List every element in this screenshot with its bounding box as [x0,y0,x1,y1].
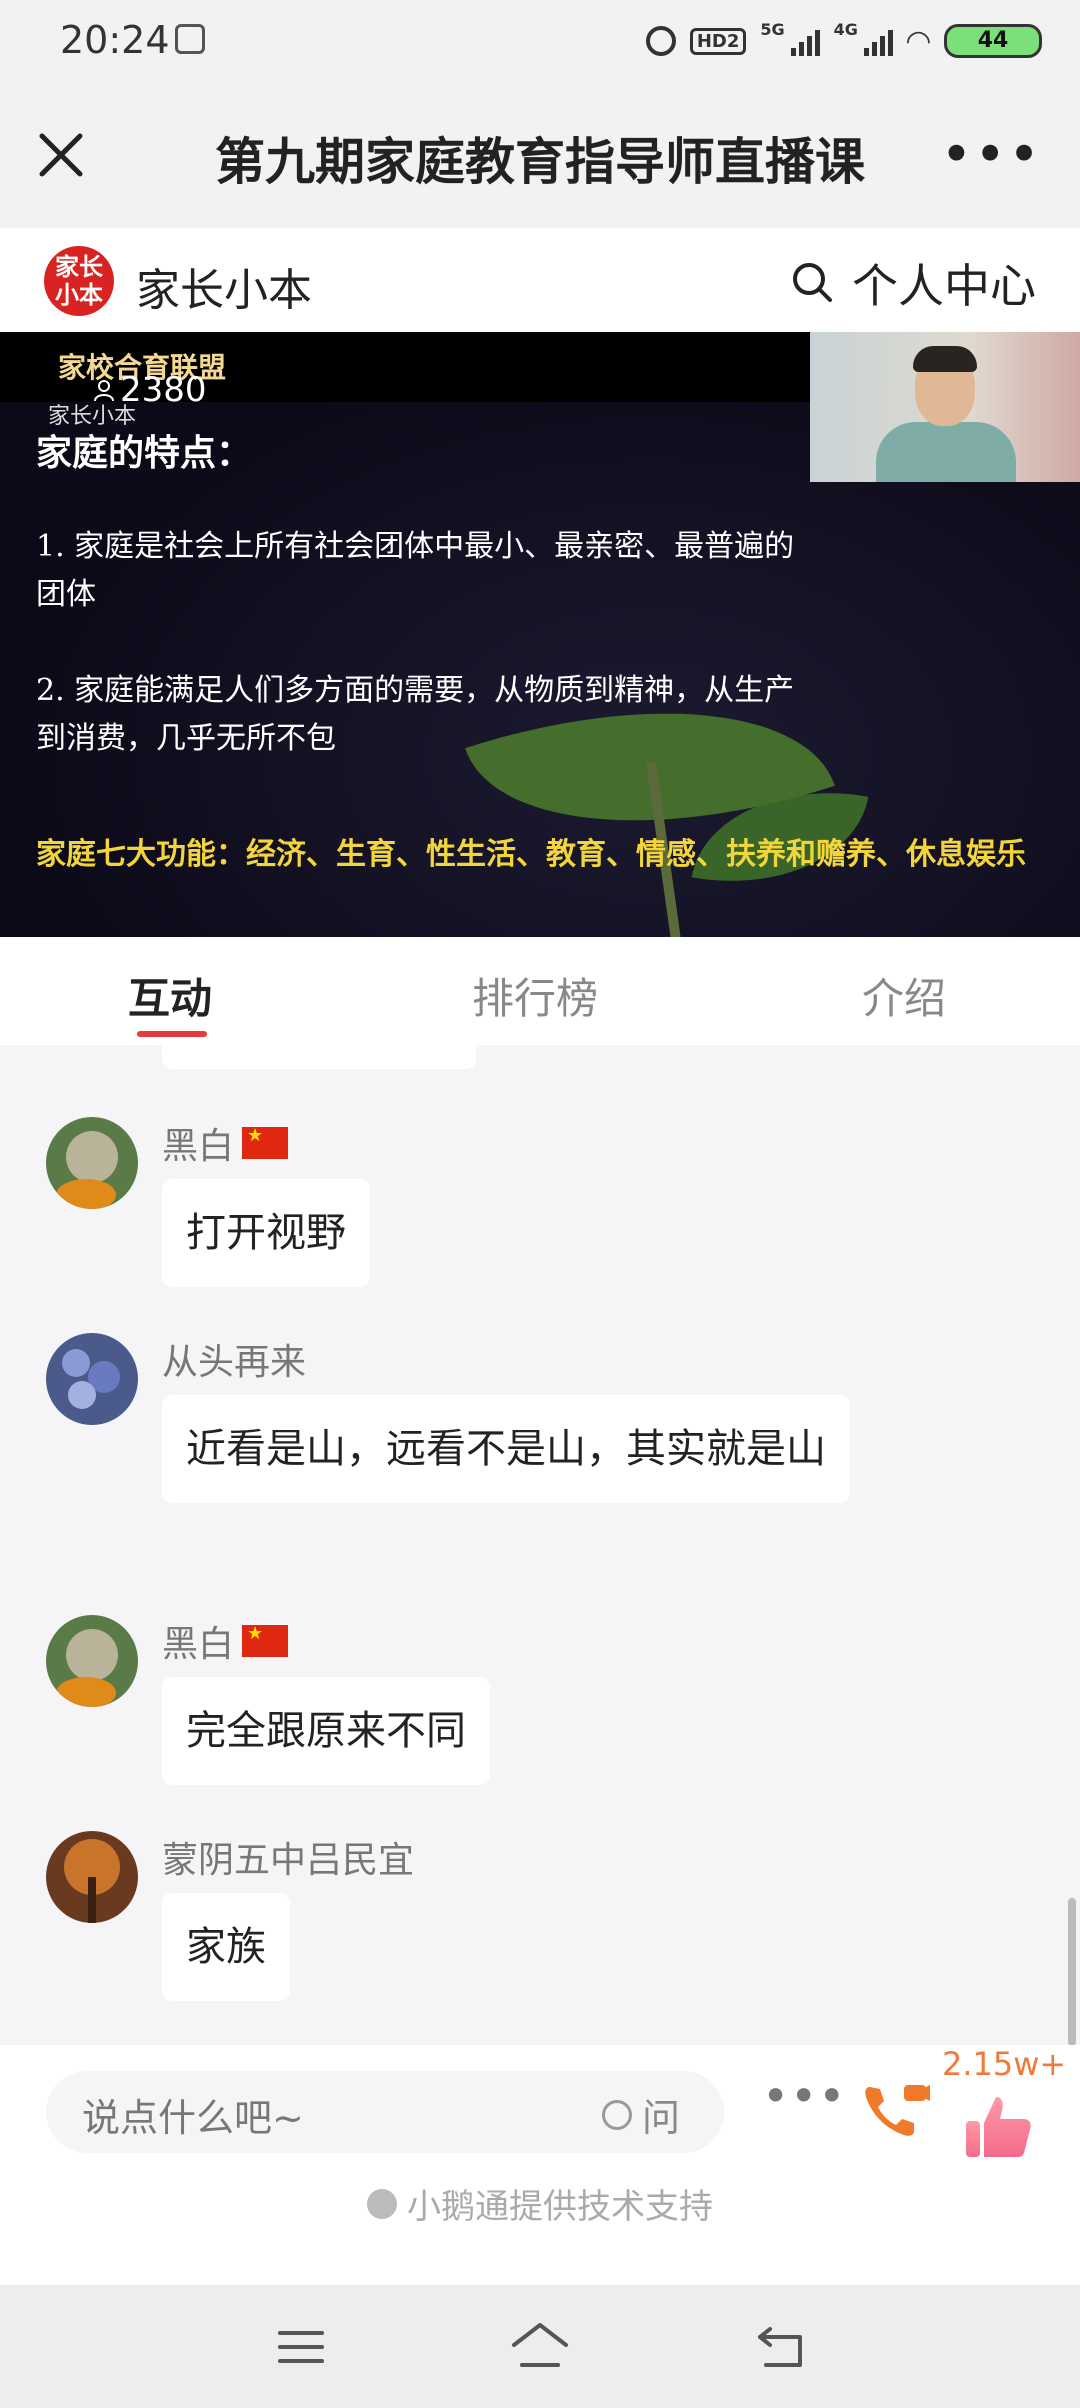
notification-icon [175,24,205,54]
input-bar: 说点什么吧~ 问 ••• 2.15w+ 小鹅通提供技术支持 [0,2045,1080,2285]
status-icons: HD2 5G 4G ◠ 44 [645,20,1042,62]
live-video-player[interactable]: 家校合育联盟 家长小本 2380 家庭的特点： 1. 家庭是社会上所有社会团体中… [0,332,1080,937]
status-bar: 20:24 HD2 5G 4G ◠ 44 [0,0,1080,82]
comment-input[interactable]: 说点什么吧~ 问 [46,2071,724,2153]
avatar[interactable] [46,1615,138,1707]
sender-name: 从头再来 [162,1342,307,1383]
tab-bar: 互动 排行榜 介绍 [0,937,1080,1046]
slide-heading: 家庭的特点： [36,432,253,474]
message-bubble: 近看是山，远看不是山，其实就是山 [162,1395,850,1503]
previous-message-bubble [162,1045,476,1069]
sender-name-text: 黑白 [162,1126,235,1167]
chat-scrollbar[interactable] [1068,1898,1076,2046]
shop-logo[interactable]: 家长小本 [44,246,114,316]
person-icon [94,380,114,402]
presenter-hair [913,346,977,372]
menu-icon[interactable] [278,2329,324,2365]
slide-point-2-line-2: 到消费，几乎无所不包 [36,721,336,756]
presenter-video-pip[interactable] [810,332,1080,482]
shop-name[interactable]: 家长小本 [136,254,312,318]
message-bubble: 打开视野 [162,1179,370,1287]
avatar[interactable] [46,1333,138,1425]
battery-icon: 44 [944,24,1042,58]
viewer-count: 2380 [92,370,207,410]
search-icon[interactable] [790,260,834,304]
more-options-icon[interactable]: ••• [940,128,1042,182]
network-5g-label: 5G [760,20,785,39]
xiaoe-logo-icon [367,2188,397,2219]
powered-by-text: 小鹅通提供技术支持 [407,2187,713,2227]
tab-ranking[interactable]: 排行榜 [472,965,598,1026]
avatar[interactable] [46,1117,138,1209]
hd-indicator: HD2 [689,27,747,55]
shop-logo-text: 家长小本 [55,253,103,309]
slide-point-1-line-1: 1. 家庭是社会上所有社会团体中最小、最亲密、最普遍的 [36,529,795,564]
powered-by: 小鹅通提供技术支持 [0,2179,1080,2228]
alarm-icon [645,26,676,56]
tab-introduction[interactable]: 介绍 [862,965,946,1026]
sender-name: 蒙阴五中吕民宜 [162,1840,415,1881]
slide-point-2-line-1: 2. 家庭能满足人们多方面的需要，从物质到精神，从生产 [36,673,795,708]
signal-5g-icon [790,26,820,56]
personal-center-link[interactable]: 个人中心 [852,250,1036,316]
wifi-icon: ◠ [906,23,930,59]
tab-interaction[interactable]: 互动 [128,965,212,1026]
message-bubble: 完全跟原来不同 [162,1677,490,1785]
message-bubble: 家族 [162,1893,290,2001]
checkbox-circle-icon [602,2099,632,2130]
like-count: 2.15w+ [942,2045,1067,2083]
shop-header: 家长小本 家长小本 个人中心 [0,228,1080,332]
page-title: 第九期家庭教育指导师直播课 [215,133,865,191]
signal-4g-icon [863,26,893,56]
comment-placeholder: 说点什么吧~ [82,2096,304,2140]
sender-name: 黑白 [162,1615,289,1667]
system-nav-bar [0,2285,1080,2408]
title-bar: 第九期家庭教育指导师直播课 ••• [0,82,1080,228]
phone-call-icon[interactable] [860,2079,930,2143]
viewer-count-value: 2380 [120,370,207,410]
china-flag-icon [242,1125,289,1159]
thumbs-up-icon[interactable] [964,2093,1032,2161]
back-icon[interactable] [756,2325,808,2369]
slide-point-1-line-2: 团体 [36,577,96,612]
slide-functions: 家庭七大功能：经济、生育、性生活、教育、情感、扶养和赡养、休息娱乐 [36,837,1026,872]
china-flag-icon [242,1623,289,1657]
ask-question-toggle[interactable]: 问 [602,2087,680,2142]
sender-name-text: 黑白 [162,1624,235,1665]
sender-name: 黑白 [162,1117,289,1169]
active-tab-indicator [137,1031,207,1037]
more-actions-icon[interactable]: ••• [762,2073,846,2119]
home-icon[interactable] [510,2321,570,2371]
presenter-body [876,422,1016,482]
ask-label: 问 [642,2096,681,2140]
network-4g-label: 4G [833,20,858,39]
chat-list[interactable]: 黑白 打开视野 从头再来 近看是山，远看不是山，其实就是山 黑白 完全跟原来不同… [0,1045,1080,2045]
status-time: 20:24 [60,18,170,62]
avatar[interactable] [46,1831,138,1923]
